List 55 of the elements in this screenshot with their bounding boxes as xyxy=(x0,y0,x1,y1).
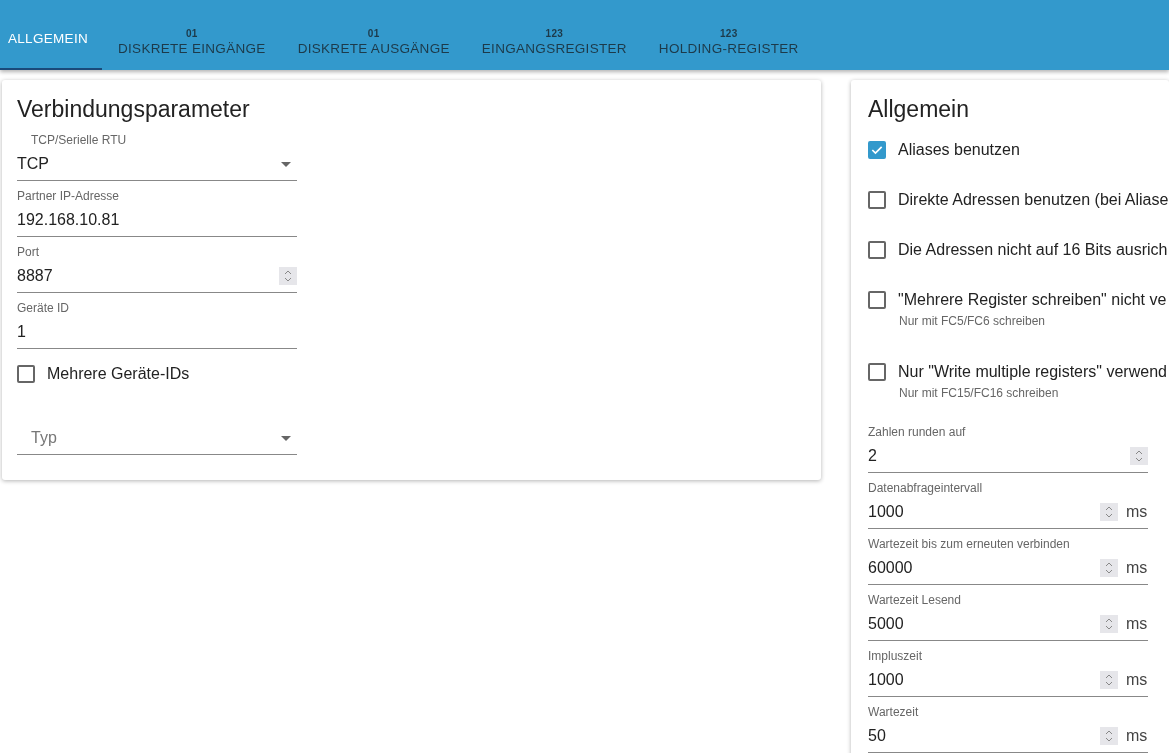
spinner-icon[interactable] xyxy=(1130,447,1148,465)
input-field[interactable]: 50 ms xyxy=(868,720,1148,753)
input-field[interactable]: 192.168.10.81 xyxy=(17,204,297,237)
checkbox-label: Mehrere Geräte-IDs xyxy=(47,365,190,383)
field-label: Zahlen runden auf xyxy=(868,424,967,440)
checkbox-label: Nur "Write multiple registers" verwend xyxy=(898,363,1167,381)
caret-icon xyxy=(281,435,291,441)
hint-text: Nur mit FC5/FC6 schreiben xyxy=(898,314,1047,328)
input-field[interactable]: 8887 xyxy=(17,260,297,293)
unit-label: ms xyxy=(1126,503,1148,521)
checkbox[interactable] xyxy=(868,191,886,209)
checkbox-label: Direkte Adressen benutzen (bei Aliase xyxy=(898,191,1169,209)
checkbox-label: "Mehrere Register schreiben" nicht ve xyxy=(898,291,1167,309)
checkbox[interactable] xyxy=(868,363,886,381)
tab[interactable]: 01 DISKRETE EINGÄNGE xyxy=(102,0,282,70)
unit-label: ms xyxy=(1126,671,1148,689)
input-field[interactable]: 60000 ms xyxy=(868,552,1148,585)
checkbox-label: Die Adressen nicht auf 16 Bits ausrich xyxy=(898,241,1168,259)
checkbox-label: Aliases benutzen xyxy=(898,141,1020,159)
input-field[interactable]: 1 xyxy=(17,316,297,349)
checkbox[interactable] xyxy=(868,241,886,259)
spinner-icon[interactable] xyxy=(279,267,297,285)
section-title: Allgemein xyxy=(868,96,970,124)
checkbox[interactable] xyxy=(868,141,886,159)
section-title: Verbindungsparameter xyxy=(17,96,251,124)
input-field[interactable]: 1000 ms xyxy=(868,496,1148,529)
field-label: TCP/Serielle RTU xyxy=(30,132,128,148)
field-label: Wartezeit xyxy=(868,704,920,720)
checkbox[interactable] xyxy=(17,365,35,383)
field-label: Impluszeit xyxy=(868,648,924,664)
spinner-icon[interactable] xyxy=(1100,615,1118,633)
unit-label: ms xyxy=(1126,615,1148,633)
spinner-icon[interactable] xyxy=(1100,559,1118,577)
input-field[interactable]: 2 xyxy=(868,440,1148,473)
field-label: Partner IP-Adresse xyxy=(17,188,121,204)
field-label: Wartezeit bis zum erneuten verbinden xyxy=(868,536,1071,552)
field-label: Geräte ID xyxy=(17,300,71,316)
unit-label: ms xyxy=(1126,559,1148,577)
field-label: Datenabfrageintervall xyxy=(868,480,984,496)
caret-icon xyxy=(281,161,291,167)
unit-label: ms xyxy=(1126,727,1148,745)
input-field[interactable]: 1000 ms xyxy=(868,664,1148,697)
tab[interactable]: 123 HOLDING-REGISTER xyxy=(642,0,815,70)
hint-text: Nur mit FC15/FC16 schreiben xyxy=(898,386,1060,400)
spinner-icon[interactable] xyxy=(1100,671,1118,689)
tab[interactable]: 01 DISKRETE AUSGÄNGE xyxy=(281,0,466,70)
field-label: Wartezeit Lesend xyxy=(868,592,962,608)
spinner-icon[interactable] xyxy=(1100,727,1118,745)
select-field[interactable]: Typ xyxy=(17,422,297,455)
input-field[interactable]: 5000 ms xyxy=(868,608,1148,641)
checkbox[interactable] xyxy=(868,291,886,309)
tab[interactable]: 123 EINGANGSREGISTER xyxy=(465,0,643,70)
spinner-icon[interactable] xyxy=(1100,503,1118,521)
select-field[interactable]: TCP xyxy=(17,148,297,181)
field-label: Port xyxy=(17,244,40,260)
